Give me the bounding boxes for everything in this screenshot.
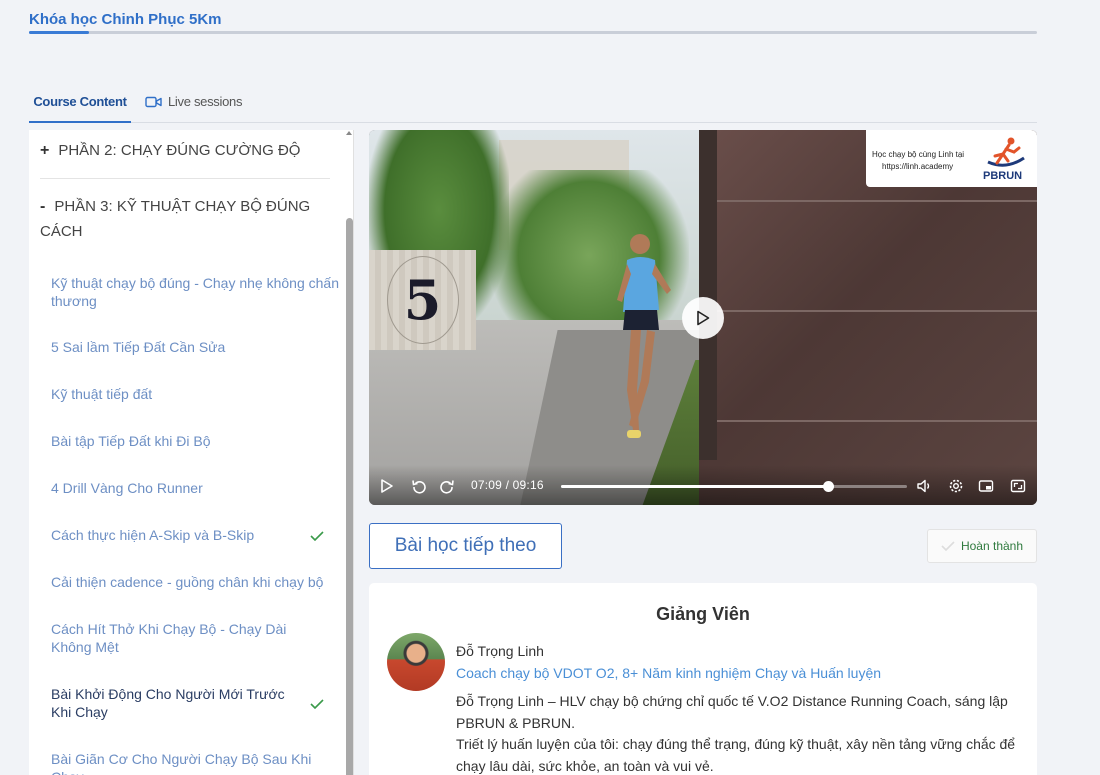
instructor-bio: Đỗ Trọng Linh – HLV chạy bộ chứng chỉ qu… bbox=[456, 691, 1031, 775]
play-overlay-button[interactable] bbox=[682, 297, 724, 339]
lesson-item-current[interactable]: Bài Khởi Động Cho Người Mới Trước Khi Ch… bbox=[51, 685, 306, 721]
lesson-item[interactable]: 4 Drill Vàng Cho Runner bbox=[51, 479, 339, 497]
section-title: PHẦN 2: CHẠY ĐÚNG CƯỜNG ĐỘ bbox=[58, 142, 301, 159]
instructor-card: Giảng Viên Đỗ Trọng Linh Coach chạy bộ V… bbox=[369, 583, 1037, 775]
instructor-role: Coach chạy bộ VDOT O2, 8+ Năm kinh nghiệ… bbox=[456, 665, 882, 681]
section-divider bbox=[40, 178, 330, 179]
section-phan-3[interactable]: - PHẦN 3: KỸ THUẬT CHẠY BỘ ĐÚNG CÁCH bbox=[40, 194, 330, 244]
watermark-brand: PBRUN bbox=[983, 170, 1023, 182]
video-camera-icon bbox=[145, 96, 162, 107]
check-icon bbox=[941, 541, 955, 551]
play-icon bbox=[697, 310, 710, 326]
completed-check-icon bbox=[310, 531, 324, 541]
course-title: Khóa học Chinh Phục 5Km bbox=[29, 11, 222, 28]
lesson-item[interactable]: Bài Giãn Cơ Cho Người Chạy Bộ Sau Khi Ch… bbox=[51, 750, 326, 775]
playback-time: 07:09 / 09:16 bbox=[471, 478, 544, 492]
lesson-item[interactable]: Cách Hít Thở Khi Chạy Bộ - Chạy Dài Khôn… bbox=[51, 620, 306, 656]
fullscreen-icon[interactable] bbox=[1010, 478, 1026, 494]
instructor-heading: Giảng Viên bbox=[656, 604, 750, 624]
volume-icon[interactable] bbox=[916, 478, 932, 494]
watermark-line2: https://linh.academy bbox=[882, 162, 954, 171]
tab-course-content[interactable]: Course Content bbox=[29, 80, 131, 123]
rewind-icon[interactable] bbox=[411, 478, 427, 494]
current-time: 07:09 bbox=[471, 478, 503, 492]
seek-bar-fill bbox=[561, 485, 829, 488]
lesson-item[interactable]: Cải thiện cadence - guồng chân khi chạy … bbox=[51, 573, 339, 591]
video-controls-bar: 07:09 / 09:16 bbox=[369, 465, 1037, 505]
collapse-minus-icon: - bbox=[40, 198, 46, 215]
completed-check-icon bbox=[310, 699, 324, 709]
section-title: PHẦN 3: KỸ THUẬT CHẠY BỘ ĐÚNG CÁCH bbox=[40, 198, 311, 240]
course-progress-bar bbox=[29, 31, 1037, 34]
tab-live-sessions[interactable]: Live sessions bbox=[145, 80, 242, 123]
next-lesson-button[interactable]: Bài học tiếp theo bbox=[369, 523, 562, 569]
duration: 09:16 bbox=[512, 478, 544, 492]
video-player[interactable]: 5 Học chạy bộ cùng Linh tại https://linh… bbox=[369, 130, 1037, 505]
runner-figure bbox=[617, 234, 671, 438]
lesson-item[interactable]: Bài tập Tiếp Đất khi Đi Bộ bbox=[51, 432, 339, 450]
course-outline-sidebar: + PHẦN 2: CHẠY ĐÚNG CƯỜNG ĐỘ - PHẦN 3: KỸ … bbox=[29, 130, 354, 775]
instructor-name: Đỗ Trọng Linh bbox=[456, 643, 544, 659]
tab-live-sessions-label: Live sessions bbox=[168, 94, 243, 109]
watermark-line1: Học chạy bộ cùng Linh tại bbox=[872, 150, 965, 159]
pbrun-watermark: Học chạy bộ cùng Linh tại https://linh.a… bbox=[866, 130, 1037, 187]
lesson-item[interactable]: Kỹ thuật tiếp đất bbox=[51, 385, 339, 403]
lesson-item[interactable]: 5 Sai lầm Tiếp Đất Cần Sửa bbox=[51, 338, 339, 356]
sidebar-scrollbar-thumb[interactable] bbox=[346, 218, 353, 775]
expand-plus-icon: + bbox=[40, 142, 50, 159]
lesson-item[interactable]: Cách thực hiện A-Skip và B-Skip bbox=[51, 526, 306, 544]
time-separator: / bbox=[505, 478, 510, 492]
settings-gear-icon[interactable] bbox=[948, 478, 964, 494]
forward-icon[interactable] bbox=[439, 478, 455, 494]
instructor-bio-line: Triết lý huấn luyện của tôi: chạy đúng t… bbox=[456, 736, 1016, 774]
instructor-bio-line: Đỗ Trọng Linh – HLV chạy bộ chứng chỉ qu… bbox=[456, 693, 1008, 731]
lesson-item[interactable]: Kỹ thuật chạy bộ đúng - Chạy nhẹ không c… bbox=[51, 274, 339, 310]
scroll-up-arrow-icon[interactable] bbox=[346, 131, 352, 135]
content-tabs: Course Content Live sessions bbox=[29, 80, 1037, 123]
instructor-avatar bbox=[387, 633, 445, 691]
countdown-overlay: 5 bbox=[369, 250, 476, 350]
seek-handle[interactable] bbox=[823, 481, 835, 492]
pbrun-logo-icon bbox=[987, 137, 1025, 167]
play-icon[interactable] bbox=[379, 478, 395, 494]
mark-complete-button[interactable]: Hoàn thành bbox=[927, 529, 1037, 563]
seek-bar[interactable] bbox=[561, 481, 907, 492]
course-progress-fill bbox=[29, 31, 90, 34]
picture-in-picture-icon[interactable] bbox=[978, 478, 994, 494]
section-phan-2[interactable]: + PHẦN 2: CHẠY ĐÚNG CƯỜNG ĐỘ bbox=[40, 138, 330, 163]
mark-complete-label: Hoàn thành bbox=[960, 539, 1024, 553]
